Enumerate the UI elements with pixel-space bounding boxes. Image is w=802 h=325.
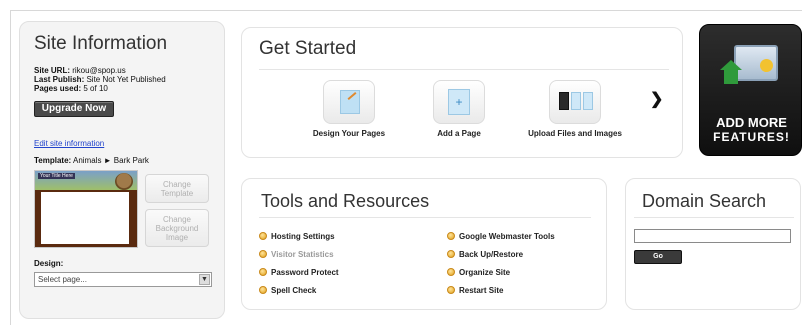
- bullet-icon: [259, 268, 267, 276]
- get-started-divider: [259, 69, 669, 70]
- add-a-page-item[interactable]: + Add a Page: [409, 80, 509, 138]
- house-icon: [720, 60, 742, 84]
- domain-search-input[interactable]: [634, 229, 791, 243]
- template-label: Template:: [34, 156, 72, 165]
- site-information-panel: Site Information Site URL: rikou@spop.us…: [19, 21, 225, 319]
- restart-site-link[interactable]: Restart Site: [447, 286, 503, 295]
- site-information-title: Site Information: [34, 33, 168, 54]
- design-page-select[interactable]: Select page... ▼: [34, 272, 212, 287]
- last-publish-label: Last Publish:: [34, 75, 85, 84]
- tools-divider: [259, 217, 591, 218]
- back-up-restore-link[interactable]: Back Up/Restore: [447, 250, 523, 259]
- upload-files-label[interactable]: Upload Files and Images: [510, 129, 640, 138]
- site-url-label: Site URL:: [34, 66, 70, 75]
- go-button[interactable]: Go: [634, 250, 682, 264]
- get-started-panel: Get Started Design Your Pages + Add a Pa…: [241, 27, 683, 158]
- upgrade-now-button[interactable]: Upgrade Now: [34, 101, 114, 117]
- dropdown-arrow-icon[interactable]: ▼: [199, 274, 210, 285]
- bullet-icon: [259, 250, 267, 258]
- site-url-row: Site URL: rikou@spop.us: [34, 66, 126, 75]
- visitor-statistics-link[interactable]: Visitor Statistics: [259, 250, 334, 259]
- organize-site-link[interactable]: Organize Site: [447, 268, 510, 277]
- pages-used-label: Pages used:: [34, 84, 82, 93]
- design-pages-tile[interactable]: [323, 80, 375, 124]
- thumbnail-page: [41, 192, 129, 244]
- template-row: Template: Animals ► Bark Park: [34, 156, 149, 165]
- upload-files-icon: [559, 92, 593, 112]
- edit-site-information-link[interactable]: Edit site information: [34, 139, 104, 148]
- add-a-page-label[interactable]: Add a Page: [409, 129, 509, 138]
- hosting-settings-link[interactable]: Hosting Settings: [259, 232, 335, 241]
- add-more-features-banner[interactable]: ADD MORE FEATURES!: [699, 24, 802, 156]
- bullet-icon: [447, 232, 455, 240]
- bullet-icon: [259, 232, 267, 240]
- domain-search-title: Domain Search: [642, 191, 767, 211]
- design-label-row: Design:: [34, 259, 63, 268]
- design-your-pages-item[interactable]: Design Your Pages: [289, 80, 409, 138]
- tools-and-resources-title: Tools and Resources: [261, 191, 430, 211]
- last-publish-row: Last Publish: Site Not Yet Published: [34, 75, 166, 84]
- upload-files-tile[interactable]: [549, 80, 601, 124]
- template-thumbnail[interactable]: Your Title Here: [34, 170, 138, 248]
- design-label: Design:: [34, 259, 64, 268]
- google-webmaster-tools-link[interactable]: Google Webmaster Tools: [447, 232, 555, 241]
- pages-used-value: 5 of 10: [83, 84, 108, 93]
- tools-and-resources-panel: Tools and Resources Hosting Settings Vis…: [241, 178, 607, 310]
- bullet-icon: [447, 250, 455, 258]
- get-started-title: Get Started: [259, 38, 357, 59]
- domain-search-panel: Domain Search Go: [625, 178, 801, 310]
- design-pages-icon: [340, 90, 360, 114]
- dog-image-icon: [115, 173, 133, 190]
- bullet-icon: [259, 286, 267, 294]
- bullet-icon: [447, 286, 455, 294]
- password-protect-link[interactable]: Password Protect: [259, 268, 339, 277]
- add-page-icon: +: [448, 89, 470, 115]
- bullet-icon: [447, 268, 455, 276]
- design-your-pages-label[interactable]: Design Your Pages: [289, 129, 409, 138]
- template-value: Animals ► Bark Park: [72, 156, 149, 165]
- thumbnail-caption: Your Title Here: [38, 173, 75, 179]
- upload-files-item[interactable]: Upload Files and Images: [510, 80, 640, 138]
- change-template-button[interactable]: Change Template: [145, 174, 209, 203]
- promo-line-1: ADD MORE: [716, 115, 787, 130]
- pages-used-row: Pages used: 5 of 10: [34, 84, 108, 93]
- last-publish-value: Site Not Yet Published: [86, 75, 166, 84]
- spell-check-link[interactable]: Spell Check: [259, 286, 316, 295]
- chevron-right-icon[interactable]: ❯: [650, 89, 663, 109]
- site-url-value: rikou@spop.us: [72, 66, 126, 75]
- promo-line-2: FEATURES!: [713, 130, 790, 144]
- domain-divider: [634, 217, 794, 218]
- design-select-value: Select page...: [38, 275, 87, 284]
- add-page-tile[interactable]: +: [433, 80, 485, 124]
- change-background-image-button[interactable]: Change Background Image: [145, 209, 209, 247]
